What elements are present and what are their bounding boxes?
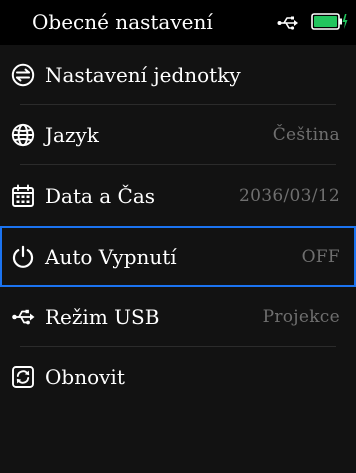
header-bar: Obecné nastavení xyxy=(0,0,356,45)
power-icon xyxy=(12,245,34,268)
menu-item-language[interactable]: Jazyk Čeština xyxy=(0,105,356,165)
menu-item-usb-mode[interactable]: Režim USB Projekce xyxy=(0,287,356,347)
menu-item-value: 2036/03/12 xyxy=(239,185,340,206)
menu-item-label: Auto Vypnutí xyxy=(45,244,177,269)
menu-item-auto-off[interactable]: Auto Vypnutí OFF xyxy=(0,226,356,287)
menu-item-date-time[interactable]: Data a Čas 2036/03/12 xyxy=(0,165,356,226)
settings-menu: Nastavení jednotky Jazyk Čeština Data a … xyxy=(0,45,356,407)
calendar-icon xyxy=(12,184,34,207)
usb-icon xyxy=(277,16,298,30)
globe-icon xyxy=(11,123,35,147)
menu-item-label: Režim USB xyxy=(45,305,160,329)
menu-item-label: Nastavení jednotky xyxy=(45,63,241,87)
reset-icon xyxy=(12,366,34,388)
menu-item-value: Čeština xyxy=(272,125,340,145)
page-title: Obecné nastavení xyxy=(32,10,213,34)
menu-item-reset[interactable]: Obnovit xyxy=(0,347,356,407)
usb-icon xyxy=(12,309,35,325)
battery-charging-icon xyxy=(311,13,348,30)
menu-item-units[interactable]: Nastavení jednotky xyxy=(0,45,356,105)
menu-item-value: Projekce xyxy=(262,307,340,327)
settings-screen: Obecné nastavení Nastavení jednotky Jazy… xyxy=(0,0,356,473)
menu-item-label: Jazyk xyxy=(45,123,99,147)
menu-item-value: OFF xyxy=(301,246,340,267)
menu-item-label: Data a Čas xyxy=(45,183,156,208)
units-icon xyxy=(11,63,35,87)
menu-item-label: Obnovit xyxy=(45,365,125,389)
